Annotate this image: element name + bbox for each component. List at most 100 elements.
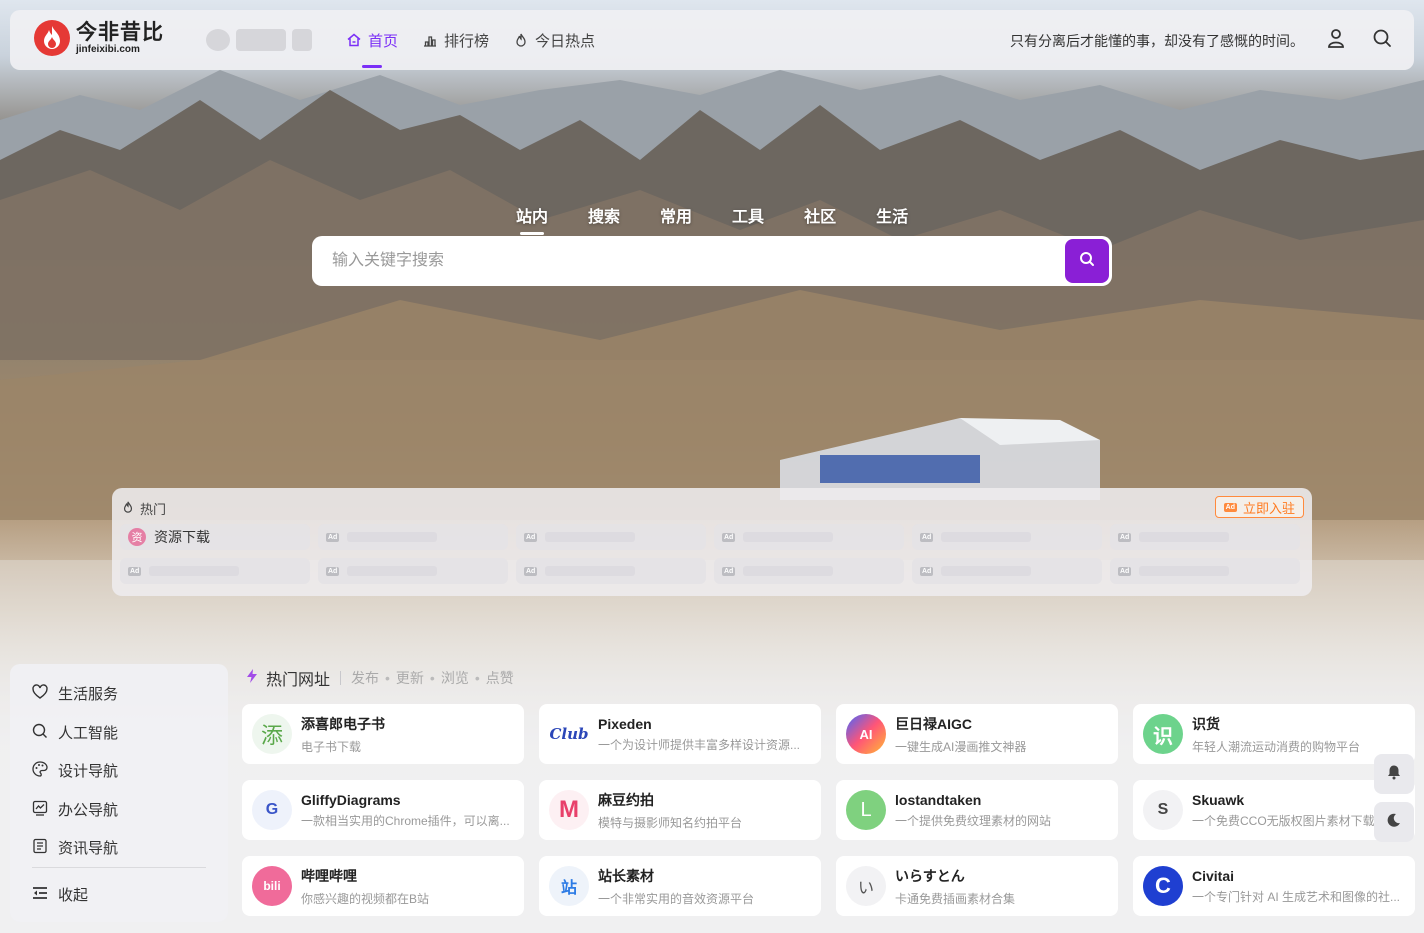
site-logo[interactable]: 今非昔比 jinfeixibi.com [34,20,164,56]
search-tab-search[interactable]: 搜索 [588,203,620,227]
site-title: 识货 [1192,715,1220,732]
site-card[interactable]: 站 站长素材一个非常实用的音效资源平台 [539,856,821,916]
search-submit-button[interactable] [1065,239,1109,283]
site-desc: 你感兴趣的视频都在B站 [301,891,430,906]
nav-ranking[interactable]: 排行榜 [422,28,489,52]
filter-likes[interactable]: 点赞 [486,668,514,688]
site-card[interactable]: 添 添喜郎电子书 电子书下载 [242,704,524,764]
search-tab-common[interactable]: 常用 [660,203,692,227]
site-desc: 卡通免费插画素材合集 [895,891,1016,906]
logo-title: 今非昔比 [76,20,164,44]
site-logo-icon: 站 [549,866,589,906]
site-card[interactable]: M 麻豆约拍 模特与摄影师知名约拍平台 [539,780,821,840]
ad-icon: Ad [722,532,736,542]
sidebar-item-office[interactable]: 办公导航 [32,799,118,820]
site-logo-icon: AI [846,714,886,754]
hot-ad-slot[interactable]: Ad [1110,558,1300,584]
search-tab-life[interactable]: 生活 [876,203,908,227]
ad-icon: Ad [524,532,538,542]
ad-icon: Ad [326,532,340,542]
sidebar-item-ai[interactable]: 人工智能 [32,722,118,743]
site-card[interactable]: AI 巨日禄AIGC 一键生成AI漫画推文神器 [836,704,1118,764]
hot-ad-slot[interactable]: Ad [1110,524,1300,550]
site-card[interactable]: G GliffyDiagrams 一款相当实用的Chrome插件，可以离... [242,780,524,840]
site-logo-icon: G [252,790,292,830]
nav-placeholder [206,29,312,51]
sidebar-collapse-label: 收起 [58,887,89,904]
site-desc: 一键生成AI漫画推文神器 [895,739,1027,754]
site-card[interactable]: S Skuawk 一个免费CCO无版权图片素材下载 [1133,780,1415,840]
hot-ad-slot[interactable]: Ad [714,524,904,550]
nav-home[interactable]: 首页 [346,28,399,68]
site-desc: 年轻人潮流运动消费的购物平台 [1192,739,1361,754]
filter-update[interactable]: 更新 [396,668,424,688]
filter-publish[interactable]: 发布 [351,668,379,688]
sidebar-item-news[interactable]: 资讯导航 [32,837,118,858]
hot-ad-slot[interactable]: Ad [516,558,706,584]
site-logo-icon: Club [549,714,589,754]
ad-icon: Ad [1223,502,1237,512]
site-logo-icon: L [846,790,886,830]
hot-ad-slot[interactable]: Ad [714,558,904,584]
hot-item-resource-download[interactable]: 资 资源下载 [120,524,310,550]
hot-sites-header: 热门网址 发布 • 更新 • 浏览 • 点赞 [244,666,514,690]
search-tab-community[interactable]: 社区 [804,203,836,227]
site-desc: 一个专门针对 AI 生成艺术和图像的社... [1192,889,1401,904]
hot-ad-slot[interactable]: Ad [516,524,706,550]
heart-icon [32,683,48,704]
site-card[interactable]: Club Pixeden 一个为设计师提供丰富多样设计资源... [539,704,821,764]
ad-icon: Ad [1118,532,1132,542]
moon-icon [1386,812,1402,833]
site-title: 添喜郎电子书 [301,715,385,732]
site-card[interactable]: bili 哔哩哔哩 你感兴趣的视频都在B站 [242,856,524,916]
search-tab-tools[interactable]: 工具 [732,203,764,227]
nav-home-label: 首页 [368,32,399,50]
bell-icon [1386,764,1402,785]
sidebar-collapse-button[interactable]: 收起 [32,884,88,905]
sidebar-item-life-services[interactable]: 生活服务 [32,683,118,704]
hot-ad-slot[interactable]: Ad [120,558,310,584]
hot-ad-slot[interactable]: Ad [318,524,508,550]
search-tab-site[interactable]: 站内 [516,203,548,235]
join-now-button[interactable]: Ad 立即入驻 [1214,496,1304,518]
resource-badge: 资 [128,528,146,546]
filter-views[interactable]: 浏览 [441,668,469,688]
site-title: Civitai [1192,867,1235,884]
hot-ad-slot[interactable]: Ad [318,558,508,584]
search-bar [312,236,1112,286]
site-cards: 添 添喜郎电子书 电子书下载 Club Pixeden 一个为设计师提供丰富多样设计… [242,704,1415,916]
site-desc: 一个提供免费纹理素材的网站 [895,813,1052,828]
search-input[interactable] [312,236,1065,286]
site-logo-icon: 识 [1143,714,1183,754]
site-card[interactable]: い いらすとん 卡通免费插画素材合集 [836,856,1118,916]
hot-ad-slot[interactable]: Ad [912,558,1102,584]
nav-ranking-label: 排行榜 [444,32,490,50]
site-desc: 一个非常实用的音效资源平台 [598,891,755,906]
site-title: いらすとん [895,867,965,884]
site-card[interactable]: L lostandtaken 一个提供免费纹理素材的网站 [836,780,1118,840]
search-icon [1079,251,1095,272]
notification-button[interactable] [1374,754,1414,794]
search-icon[interactable] [1370,26,1394,50]
hot-sites-icon [244,668,260,689]
theme-toggle-button[interactable] [1374,802,1414,842]
top-navbar: 今非昔比 jinfeixibi.com 首页 排行榜 今日热点 只有分离后才能懂… [10,10,1414,70]
site-card[interactable]: C Civitai 一个专门针对 AI 生成艺术和图像的社... [1133,856,1415,916]
site-title: lostandtaken [895,791,982,808]
nav-hot-today[interactable]: 今日热点 [513,28,595,52]
site-desc: 电子书下载 [301,739,362,754]
document-icon [32,838,48,858]
hot-grid: 资 资源下载 Ad Ad Ad Ad Ad Ad Ad Ad Ad Ad Ad [120,524,1300,584]
hot-ad-slot[interactable]: Ad [912,524,1102,550]
user-icon[interactable] [1324,26,1348,50]
category-sidebar: 生活服务 人工智能 设计导航 办公导航 资讯导航 收起 [10,664,228,922]
search-icon [32,723,48,743]
site-title: 站长素材 [598,867,654,884]
site-desc: 一个免费CCO无版权图片素材下载 [1192,813,1375,828]
ad-icon: Ad [920,532,934,542]
site-card[interactable]: 识 识货年轻人潮流运动消费的购物平台 [1133,704,1415,764]
sidebar-item-design[interactable]: 设计导航 [32,760,118,781]
site-desc: 模特与摄影师知名约拍平台 [598,815,743,830]
site-desc: 一个为设计师提供丰富多样设计资源... [598,737,801,752]
sidebar-item-label: 人工智能 [58,725,119,742]
